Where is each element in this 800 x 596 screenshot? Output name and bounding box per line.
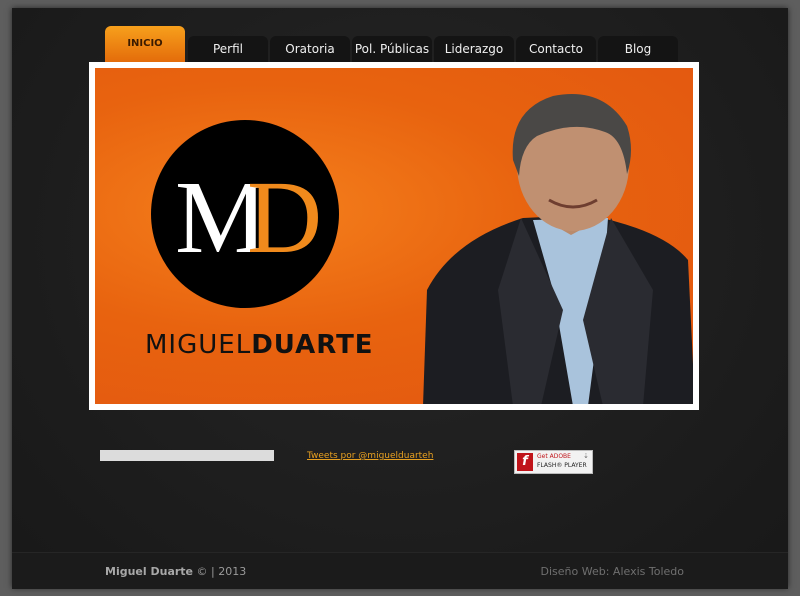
md-logo: M D	[151, 120, 339, 308]
brand-name: MIGUELDUARTE	[145, 330, 374, 360]
tab-inicio[interactable]: INICIO	[105, 26, 185, 62]
tab-perfil[interactable]: Perfil	[188, 36, 268, 62]
tab-oratoria[interactable]: Oratoria	[270, 36, 350, 62]
flash-label-top: Get ADOBE	[537, 453, 571, 460]
twitter-timeline-link[interactable]: Tweets por @miguelduarteh	[307, 451, 433, 461]
flash-icon: f	[517, 453, 533, 471]
footer-copyright: Miguel Duarte © | 2013	[105, 565, 247, 578]
footer-credit: Diseño Web: Alexis Toledo	[540, 565, 684, 578]
page-frame: INICIO Perfil Oratoria Pol. Públicas Lid…	[12, 8, 788, 589]
download-icon: ⇣	[583, 452, 589, 460]
tab-liderazgo[interactable]: Liderazgo	[434, 36, 514, 62]
logo-letter-d: D	[247, 160, 322, 275]
hero-banner: M D MIGUELDUARTE	[89, 62, 699, 410]
tab-pol-publicas[interactable]: Pol. Públicas	[352, 36, 432, 62]
loading-bar	[100, 450, 274, 461]
footer: Miguel Duarte © | 2013 Diseño Web: Alexi…	[12, 552, 788, 589]
tab-blog[interactable]: Blog	[598, 36, 678, 62]
footer-owner: Miguel Duarte	[105, 565, 194, 578]
tab-contacto[interactable]: Contacto	[516, 36, 596, 62]
brand-first: MIGUEL	[145, 330, 252, 360]
flash-label-bottom: FLASH® PLAYER	[537, 462, 587, 469]
brand-last: DUARTE	[251, 330, 374, 360]
banner-background: M D MIGUELDUARTE	[95, 68, 693, 404]
portrait-photo	[423, 94, 693, 404]
get-flash-player-button[interactable]: f Get ADOBE FLASH® PLAYER ⇣	[514, 450, 593, 474]
